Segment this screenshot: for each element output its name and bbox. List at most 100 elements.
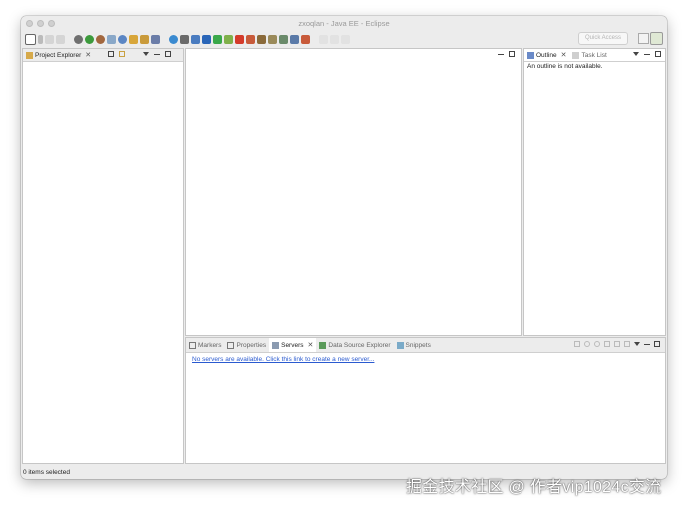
close-icon[interactable]: ✕ xyxy=(561,51,567,59)
tab-data-source-explorer[interactable]: Data Source Explorer xyxy=(316,339,393,351)
start-server-icon[interactable] xyxy=(594,341,600,347)
task-list-icon xyxy=(572,51,580,59)
link-editor-icon[interactable] xyxy=(119,51,125,57)
main-toolbar xyxy=(21,31,667,47)
tab-project-explorer[interactable]: Project Explorer ✕ xyxy=(23,49,94,61)
data-source-icon xyxy=(319,341,327,349)
quick-access-input[interactable]: Quick Access xyxy=(578,32,628,45)
tab-data-source-label: Data Source Explorer xyxy=(328,341,391,349)
run-icon[interactable] xyxy=(85,34,94,44)
tab-markers-label: Markers xyxy=(198,341,222,349)
outline-controls xyxy=(633,51,661,57)
publish-icon[interactable] xyxy=(624,341,630,347)
eclipse-window: zxoqlan - Java EE - Eclipse Quick Access… xyxy=(21,16,667,479)
start-server-debug-icon[interactable] xyxy=(224,34,233,44)
status-bar-text: 0 items selected xyxy=(23,469,70,476)
save-icon[interactable] xyxy=(45,34,54,44)
editor-area[interactable] xyxy=(185,48,522,336)
snippets-icon xyxy=(396,341,404,349)
project-explorer-controls xyxy=(108,51,171,57)
terminal-icon[interactable] xyxy=(180,34,189,44)
editor-controls xyxy=(498,51,515,57)
project-explorer-panel: Project Explorer ✕ xyxy=(22,48,184,464)
search-icon[interactable] xyxy=(151,34,160,44)
java-ee-perspective-icon[interactable] xyxy=(650,32,663,45)
project-explorer-icon xyxy=(26,51,33,59)
tab-snippets-label: Snippets xyxy=(405,341,431,349)
minimize-icon[interactable] xyxy=(644,54,650,55)
wrench-icon[interactable] xyxy=(202,34,211,44)
stop-server-icon[interactable] xyxy=(235,34,244,44)
monitor-icon[interactable] xyxy=(191,34,200,44)
watermark-text: 掘金技术社区 @ 作者vip1024c交流 xyxy=(406,479,662,496)
maximize-icon[interactable] xyxy=(509,51,515,57)
tab-properties-label: Properties xyxy=(236,341,267,349)
minimize-icon[interactable] xyxy=(498,54,504,55)
collapse-icon[interactable] xyxy=(574,341,580,347)
new-icon[interactable] xyxy=(25,33,36,45)
profile-server-icon[interactable] xyxy=(604,341,610,347)
publish-icon[interactable] xyxy=(246,34,255,44)
maximize-icon[interactable] xyxy=(165,51,171,57)
outline-panel: Outline ✕ Task List An outline is not av… xyxy=(523,48,666,336)
view-menu-icon[interactable] xyxy=(634,342,640,346)
forward-icon[interactable] xyxy=(330,34,339,44)
dropdown-icon[interactable] xyxy=(38,34,43,44)
servers-icon xyxy=(272,341,280,349)
view-menu-icon[interactable] xyxy=(633,52,639,56)
outline-title: Outline xyxy=(536,51,557,59)
build-icon[interactable] xyxy=(257,34,266,44)
tab-properties[interactable]: Properties xyxy=(224,339,269,351)
list-icon[interactable] xyxy=(290,34,299,44)
window-controls xyxy=(26,20,55,27)
close-icon[interactable]: ✕ xyxy=(308,341,314,349)
connect-icon[interactable] xyxy=(279,34,288,44)
tab-task-list[interactable]: Task List xyxy=(569,49,609,61)
minimize-icon[interactable] xyxy=(154,54,160,55)
servers-controls xyxy=(574,341,660,347)
maximize-icon[interactable] xyxy=(654,341,660,347)
close-icon[interactable]: ✕ xyxy=(85,51,91,59)
start-server-icon[interactable] xyxy=(213,34,222,44)
bottom-tabbar: Markers Properties Servers ✕ Data Source… xyxy=(186,338,665,353)
globe-icon[interactable] xyxy=(169,34,178,44)
window-title: zxoqlan - Java EE - Eclipse xyxy=(298,19,390,28)
collapse-all-icon[interactable] xyxy=(108,51,114,57)
open-task-icon[interactable] xyxy=(140,34,149,44)
view-menu-icon[interactable] xyxy=(143,52,149,56)
export-icon[interactable] xyxy=(301,34,310,44)
settings-icon[interactable] xyxy=(74,34,83,44)
close-window-button[interactable] xyxy=(26,20,33,27)
history-icon[interactable] xyxy=(341,34,350,44)
minimize-window-button[interactable] xyxy=(37,20,44,27)
debug-icon[interactable] xyxy=(96,34,105,44)
clean-icon[interactable] xyxy=(268,34,277,44)
markers-icon xyxy=(189,341,196,349)
create-server-link[interactable]: No servers are available. Click this lin… xyxy=(192,356,374,363)
minimize-icon[interactable] xyxy=(644,344,650,345)
project-explorer-title: Project Explorer xyxy=(35,51,82,59)
tab-servers-label: Servers xyxy=(281,341,304,349)
debug-server-icon[interactable] xyxy=(584,341,590,347)
properties-icon xyxy=(227,341,235,349)
new-package-icon[interactable] xyxy=(118,34,127,44)
save-all-icon[interactable] xyxy=(56,34,65,44)
tab-outline[interactable]: Outline ✕ xyxy=(524,49,569,61)
outline-message: An outline is not available. xyxy=(527,63,603,70)
task-list-title: Task List xyxy=(581,51,607,59)
project-explorer-tabbar: Project Explorer ✕ xyxy=(23,49,183,62)
outline-tabbar: Outline ✕ Task List xyxy=(524,49,665,62)
bottom-panel: Markers Properties Servers ✕ Data Source… xyxy=(185,337,666,464)
back-icon[interactable] xyxy=(319,34,328,44)
zoom-window-button[interactable] xyxy=(48,20,55,27)
tab-servers[interactable]: Servers ✕ xyxy=(269,338,317,352)
new-server-icon[interactable] xyxy=(107,34,116,44)
open-perspective-icon[interactable] xyxy=(638,33,649,44)
tab-markers[interactable]: Markers xyxy=(186,339,224,351)
stop-server-icon[interactable] xyxy=(614,341,620,347)
open-type-icon[interactable] xyxy=(129,34,138,44)
title-bar: zxoqlan - Java EE - Eclipse xyxy=(21,16,667,31)
tab-snippets[interactable]: Snippets xyxy=(394,339,434,351)
maximize-icon[interactable] xyxy=(655,51,661,57)
outline-icon xyxy=(527,51,534,59)
